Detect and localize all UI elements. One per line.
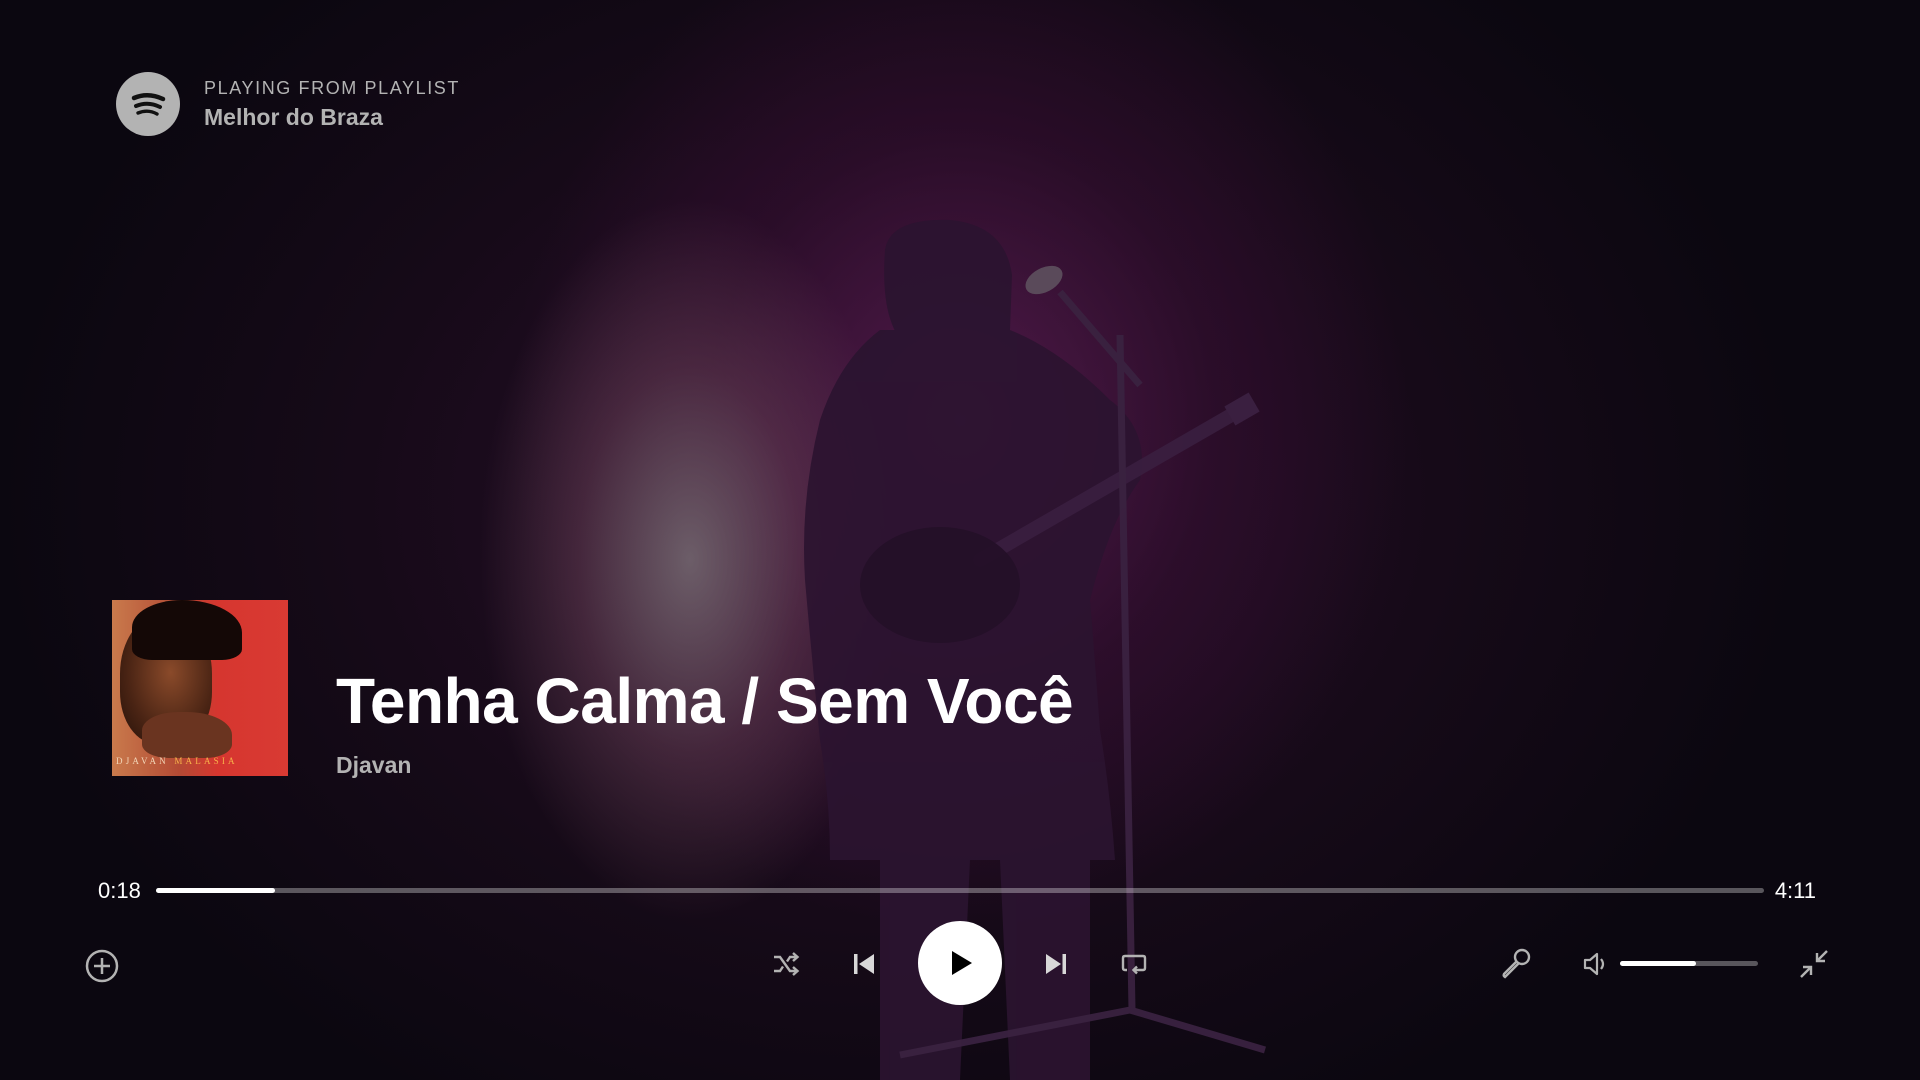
playlist-link[interactable]: Melhor do Braza xyxy=(204,104,460,131)
repeat-button[interactable] xyxy=(1116,946,1152,982)
volume-icon xyxy=(1583,952,1605,976)
skip-next-icon xyxy=(1046,954,1066,974)
volume-slider[interactable] xyxy=(1620,961,1758,966)
volume-fill xyxy=(1620,961,1696,966)
shuffle-icon xyxy=(774,952,800,976)
spotify-logo-icon xyxy=(116,72,180,136)
cover-hair xyxy=(132,600,242,660)
shuffle-button[interactable] xyxy=(768,946,804,982)
background-artwork xyxy=(804,219,1266,1080)
minimize-icon xyxy=(1800,950,1828,978)
exit-fullscreen-button[interactable] xyxy=(1792,942,1836,986)
context-text: PLAYING FROM PLAYLIST Melhor do Braza xyxy=(204,78,460,131)
cover-album-text: MALASIA xyxy=(174,756,238,766)
progress-fill xyxy=(156,888,275,893)
lyrics-button[interactable] xyxy=(1496,944,1536,984)
next-button[interactable] xyxy=(1038,946,1074,982)
play-button[interactable] xyxy=(918,921,1002,1005)
track-title[interactable]: Tenha Calma / Sem Você xyxy=(336,664,1074,738)
repeat-icon xyxy=(1121,954,1147,975)
microphone-icon xyxy=(1502,948,1531,979)
volume-button[interactable] xyxy=(1578,946,1614,982)
context-label: PLAYING FROM PLAYLIST xyxy=(204,77,460,98)
plus-circle-icon xyxy=(85,949,119,983)
cover-artist-text: DJAVAN xyxy=(116,756,169,766)
progress-bar[interactable] xyxy=(156,888,1764,893)
album-cover[interactable]: DJAVAN MALASIA xyxy=(112,600,288,776)
play-icon xyxy=(952,951,972,975)
cover-lettering: DJAVAN MALASIA xyxy=(116,756,238,766)
total-time: 4:11 xyxy=(1774,878,1816,903)
elapsed-time: 0:18 xyxy=(98,878,141,903)
skip-previous-icon xyxy=(854,954,874,974)
fullscreen-player: PLAYING FROM PLAYLIST Melhor do Braza DJ… xyxy=(0,0,1920,1080)
add-to-library-button[interactable] xyxy=(80,944,124,988)
track-artist[interactable]: Djavan xyxy=(336,752,411,779)
previous-button[interactable] xyxy=(846,946,882,982)
playback-context: PLAYING FROM PLAYLIST Melhor do Braza xyxy=(116,72,460,136)
cover-hand xyxy=(142,712,232,758)
